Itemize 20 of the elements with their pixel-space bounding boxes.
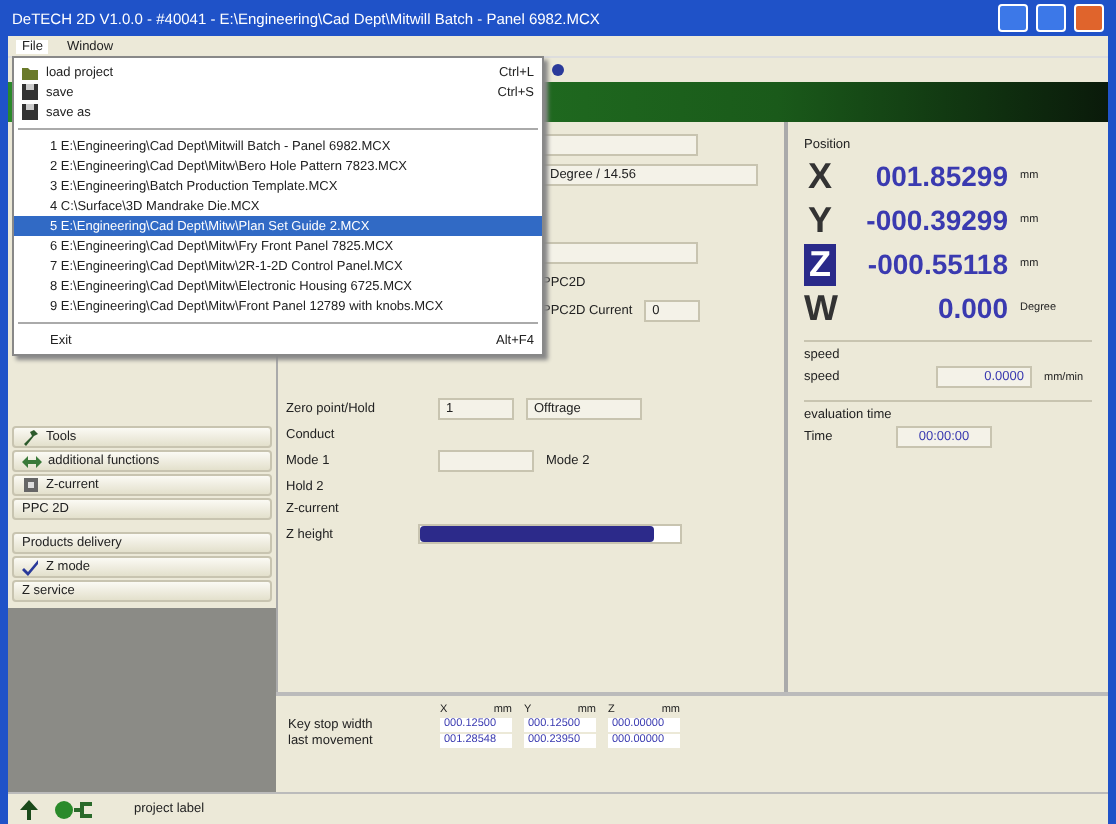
axis-label: Y xyxy=(805,199,834,241)
plug-icon xyxy=(54,799,94,819)
toolbar-icon[interactable] xyxy=(552,64,564,76)
axis-label: W xyxy=(804,287,836,329)
arrows-icon xyxy=(22,453,42,469)
text-field[interactable] xyxy=(542,242,698,264)
maximize-button[interactable] xyxy=(1036,4,1066,32)
text-field[interactable] xyxy=(542,134,698,156)
minimize-button[interactable] xyxy=(998,4,1028,32)
axis-label: X xyxy=(805,155,834,197)
wrench-icon xyxy=(22,428,40,446)
axis-value: -000.39299 xyxy=(864,204,1008,236)
axis-value: 001.85299 xyxy=(873,160,1008,192)
gauge-icon xyxy=(22,476,40,494)
check-icon xyxy=(22,558,40,576)
axis-value: 0.000 xyxy=(935,292,1008,324)
text-field[interactable] xyxy=(438,450,534,472)
close-button[interactable] xyxy=(1074,4,1104,32)
axis-value: -000.55118 xyxy=(865,248,1008,280)
axis-label: Z xyxy=(804,243,836,285)
